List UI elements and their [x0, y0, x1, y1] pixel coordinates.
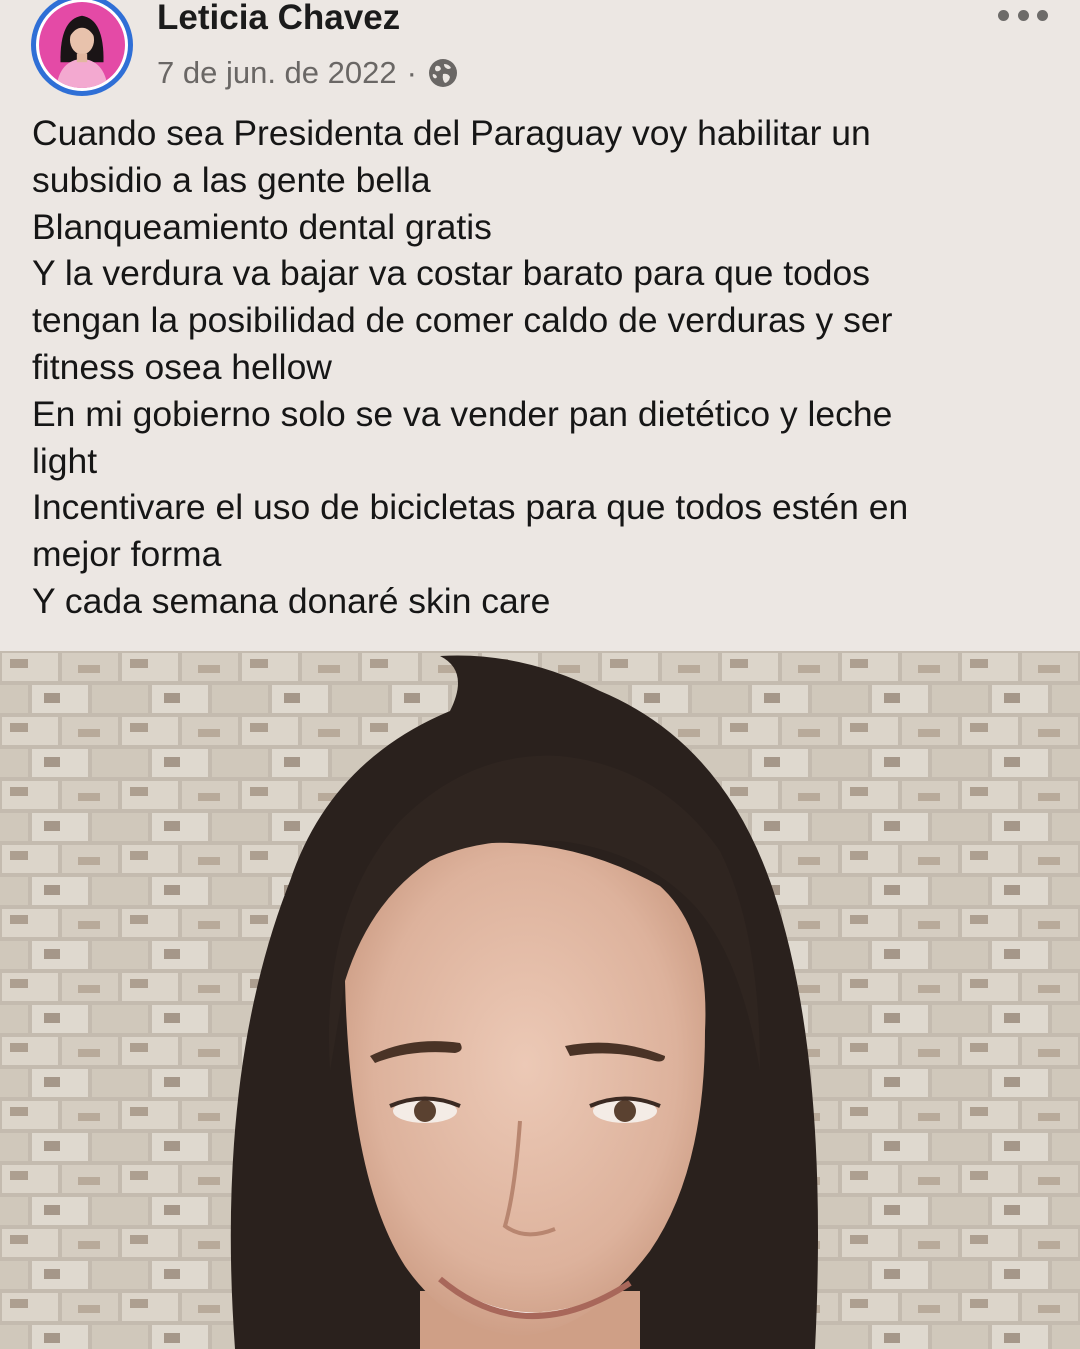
avatar-image	[36, 0, 128, 91]
post-text-line: mejor forma	[32, 534, 222, 575]
post-text-line: Y la verdura va bajar va costar barato p…	[32, 253, 871, 294]
author-name[interactable]: Leticia Chavez	[157, 0, 400, 38]
more-dots-icon	[998, 9, 1009, 21]
post-text-line: fitness osea hellow	[32, 346, 332, 387]
post-text-line: Blanqueamiento dental gratis	[32, 206, 492, 247]
post-date[interactable]: 7 de jun. de 2022	[157, 55, 397, 91]
post-text-line: subsidio a las gente bella	[32, 159, 431, 200]
post-text: Cuando sea Presidenta del Paraguay voy h…	[32, 110, 1052, 625]
more-options-button[interactable]	[998, 4, 1048, 26]
post-text-line: Cuando sea Presidenta del Paraguay voy h…	[32, 113, 871, 153]
post-text-line: light	[32, 440, 98, 481]
photo-portrait	[0, 651, 1080, 1349]
more-dots-icon	[1037, 9, 1048, 21]
meta-separator: ·	[406, 55, 417, 90]
post-meta: 7 de jun. de 2022 ·	[157, 55, 459, 91]
post-text-line: Y cada semana donaré skin care	[32, 580, 551, 621]
globe-icon	[427, 57, 459, 89]
post-photo[interactable]	[0, 651, 1080, 1349]
post-text-line: Incentivare el uso de bicicletas para qu…	[32, 487, 909, 528]
post-text-line: En mi gobierno solo se va vender pan die…	[32, 393, 893, 434]
post-header: Leticia Chavez 7 de jun. de 2022 ·	[0, 0, 1080, 100]
more-dots-icon	[1017, 9, 1029, 21]
post-text-line: tengan la posibilidad de comer caldo de …	[32, 300, 893, 341]
avatar[interactable]	[31, 0, 133, 96]
